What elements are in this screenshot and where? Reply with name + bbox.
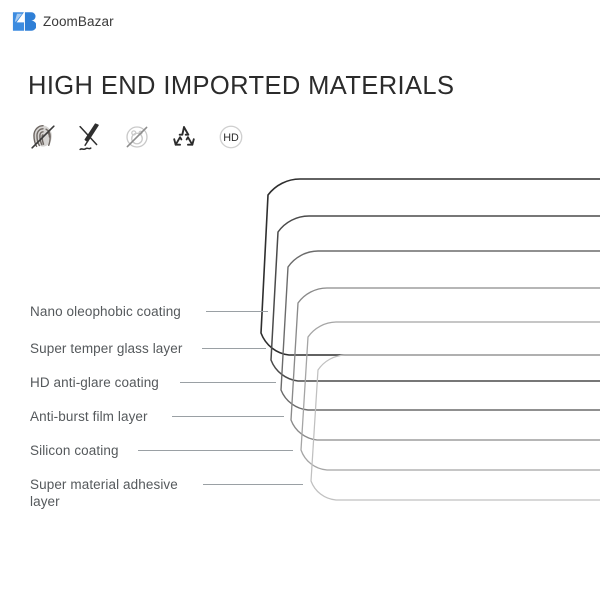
callout-layer-2: Super temper glass layer xyxy=(30,340,182,357)
layer-callouts: Nano oleophobic coating Super temper gla… xyxy=(0,0,600,600)
callout-layer-6: Super material adhesive layer xyxy=(30,476,178,510)
leader-line-4 xyxy=(172,416,284,417)
leader-line-6 xyxy=(203,484,303,485)
callout-label-6: Super material adhesive layer xyxy=(30,477,178,509)
leader-line-2 xyxy=(202,348,266,349)
callout-layer-5: Silicon coating xyxy=(30,442,119,459)
callout-label-2: Super temper glass layer xyxy=(30,341,183,356)
callout-label-4: Anti-burst film layer xyxy=(30,409,148,424)
product-feature-infographic: ZoomBazar HIGH END IMPORTED MATERIALS HD… xyxy=(0,0,600,600)
callout-label-3: HD anti-glare coating xyxy=(30,375,159,390)
callout-layer-4: Anti-burst film layer xyxy=(30,408,148,425)
leader-line-3 xyxy=(180,382,276,383)
leader-line-1 xyxy=(206,311,268,312)
callout-layer-3: HD anti-glare coating xyxy=(30,374,159,391)
callout-layer-1: Nano oleophobic coating xyxy=(30,303,181,320)
leader-line-5 xyxy=(138,450,293,451)
callout-label-5: Silicon coating xyxy=(30,443,119,458)
callout-label-1: Nano oleophobic coating xyxy=(30,304,181,319)
